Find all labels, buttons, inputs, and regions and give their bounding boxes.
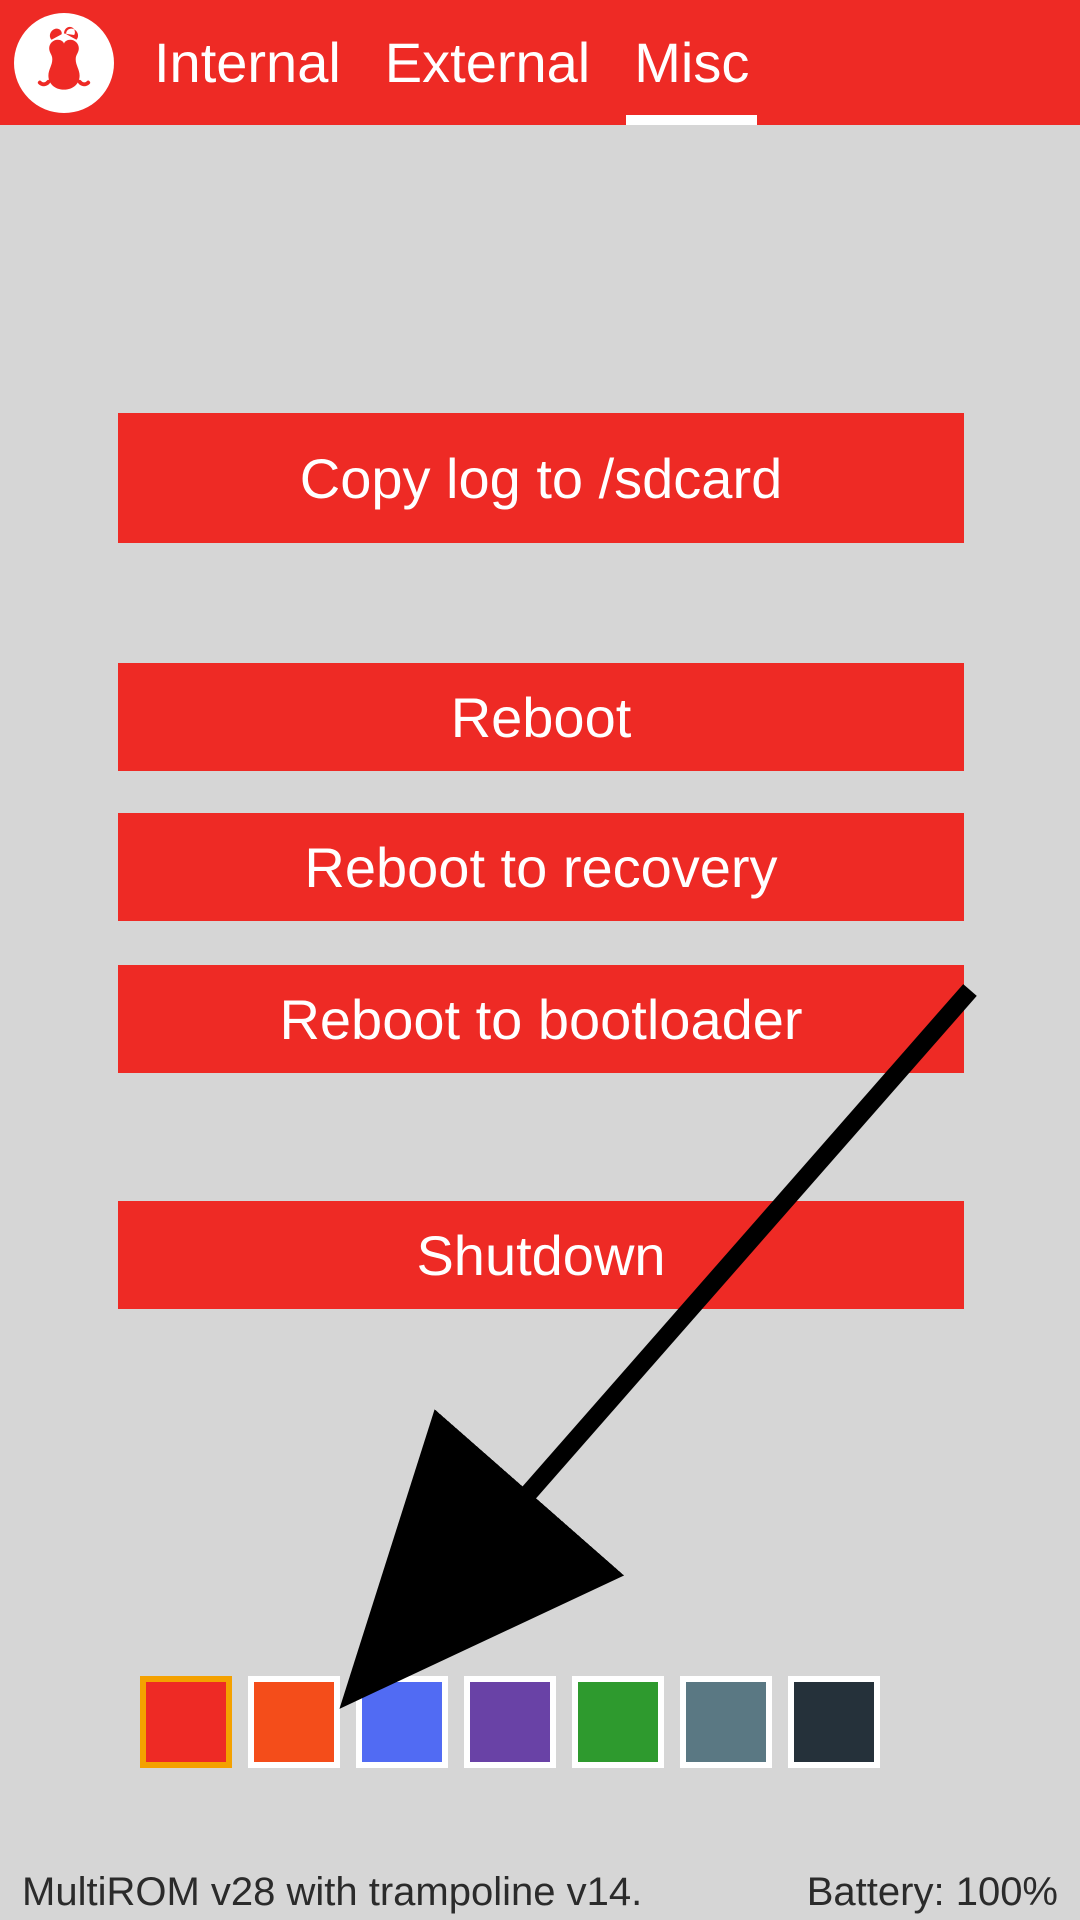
header-bar: Internal External Misc <box>0 0 1080 125</box>
tab-external[interactable]: External <box>377 0 598 125</box>
tab-bar: Internal External Misc <box>146 0 757 125</box>
main-panel: Copy log to /sdcard Reboot Reboot to rec… <box>0 125 1080 1864</box>
copy-log-button[interactable]: Copy log to /sdcard <box>118 413 964 543</box>
shutdown-button[interactable]: Shutdown <box>118 1201 964 1309</box>
reboot-button[interactable]: Reboot <box>118 663 964 771</box>
button-label: Shutdown <box>416 1223 665 1288</box>
color-swatch-orange[interactable] <box>248 1676 340 1768</box>
button-label: Reboot <box>451 685 632 750</box>
reboot-bootloader-button[interactable]: Reboot to bootloader <box>118 965 964 1073</box>
version-text: MultiROM v28 with trampoline v14. <box>22 1870 642 1915</box>
hydra-icon <box>25 21 103 104</box>
color-swatch-dark[interactable] <box>788 1676 880 1768</box>
color-swatch-red[interactable] <box>140 1676 232 1768</box>
battery-text: Battery: 100% <box>807 1870 1058 1915</box>
reboot-recovery-button[interactable]: Reboot to recovery <box>118 813 964 921</box>
color-swatch-blue[interactable] <box>356 1676 448 1768</box>
color-swatch-row <box>140 1676 880 1768</box>
tab-label: Misc <box>634 30 749 95</box>
color-swatch-slate[interactable] <box>680 1676 772 1768</box>
button-label: Reboot to recovery <box>304 835 777 900</box>
tab-internal[interactable]: Internal <box>146 0 349 125</box>
tab-label: External <box>385 30 590 95</box>
status-bar: MultiROM v28 with trampoline v14. Batter… <box>0 1864 1080 1920</box>
button-label: Copy log to /sdcard <box>300 446 782 511</box>
button-label: Reboot to bootloader <box>279 987 802 1052</box>
tab-label: Internal <box>154 30 341 95</box>
app-logo <box>14 13 114 113</box>
tab-misc[interactable]: Misc <box>626 0 757 125</box>
color-swatch-purple[interactable] <box>464 1676 556 1768</box>
color-swatch-green[interactable] <box>572 1676 664 1768</box>
